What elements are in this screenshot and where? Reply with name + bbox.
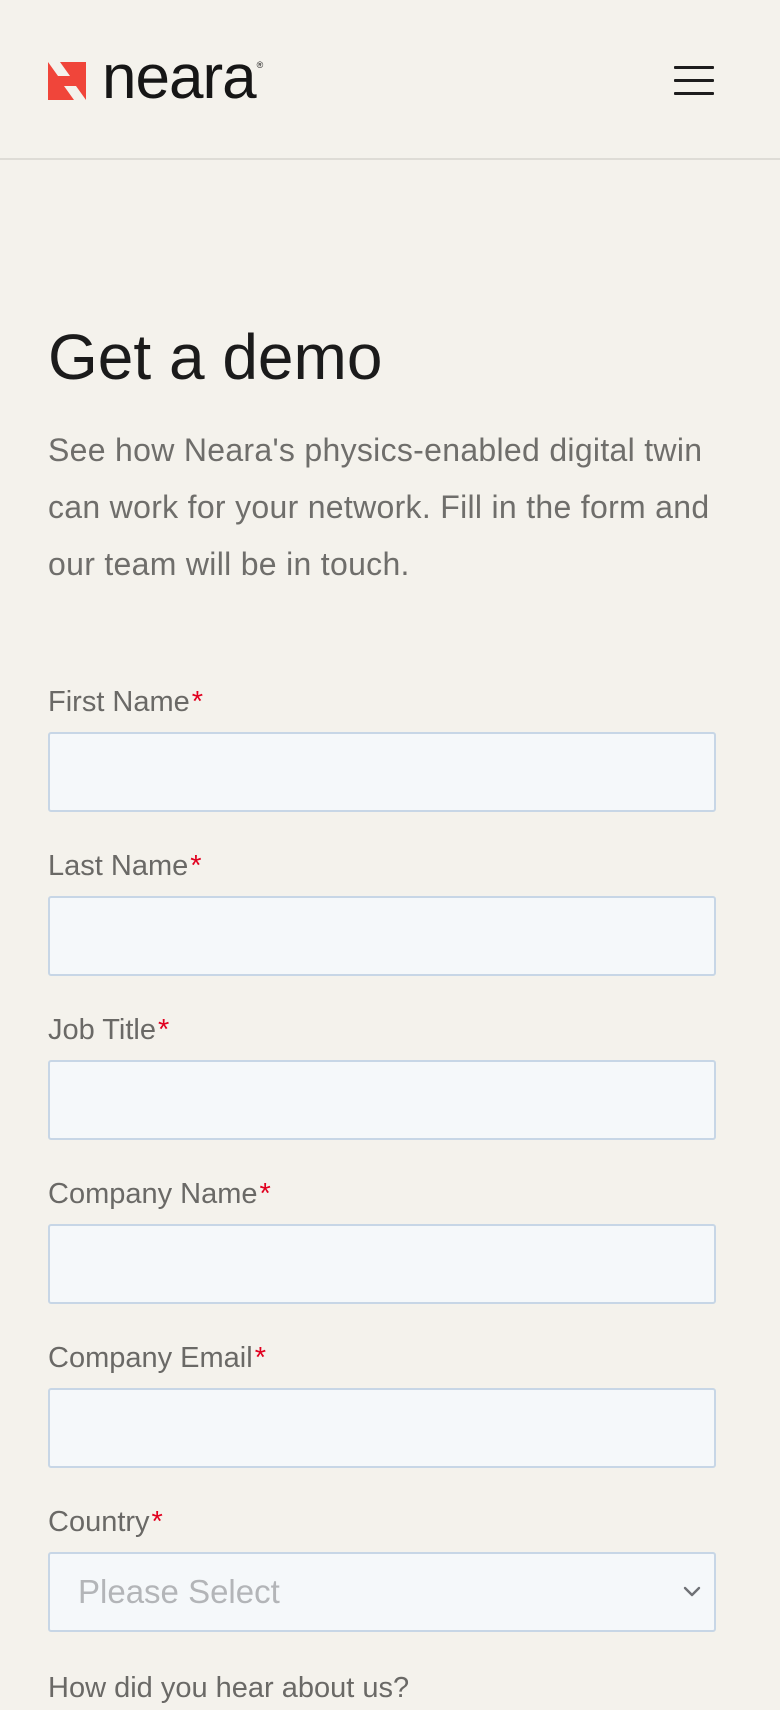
last-name-input[interactable] <box>48 896 716 976</box>
job-title-field: Job Title* <box>48 1008 716 1172</box>
required-asterisk: * <box>254 1342 266 1374</box>
required-asterisk: * <box>151 1506 163 1538</box>
country-field: Country* Please Select <box>48 1500 716 1664</box>
site-header: neara ® <box>0 0 780 160</box>
required-asterisk: * <box>191 686 204 718</box>
demo-form: First Name* Last Name* Job Title* Compan… <box>48 680 716 1664</box>
country-label: Country* <box>48 1506 163 1538</box>
last-name-field: Last Name* <box>48 844 716 1008</box>
company-name-label: Company Name* <box>48 1178 271 1210</box>
referral-source-label: How did you hear about us? <box>48 1672 410 1704</box>
company-name-field: Company Name* <box>48 1172 716 1336</box>
company-email-input[interactable] <box>48 1388 716 1468</box>
intro-text: See how Neara's physics-enabled digital … <box>48 432 710 582</box>
registered-mark: ® <box>256 60 264 70</box>
company-email-label: Company Email* <box>48 1342 266 1374</box>
neara-logo-mark-icon <box>48 62 86 100</box>
intro-section: Get a demo See how Neara's physics-enabl… <box>48 320 716 593</box>
neara-logo[interactable]: neara ® <box>48 43 264 112</box>
required-asterisk: * <box>259 1178 271 1210</box>
job-title-label: Job Title* <box>48 1014 170 1046</box>
job-title-input[interactable] <box>48 1060 716 1140</box>
last-name-label: Last Name* <box>48 850 202 882</box>
logo-wordmark: neara <box>102 43 257 112</box>
company-email-field: Company Email* <box>48 1336 716 1500</box>
hamburger-menu-icon[interactable] <box>668 58 720 102</box>
country-select[interactable]: Please Select <box>48 1552 716 1632</box>
country-select-value: Please Select <box>78 1573 280 1610</box>
chevron-down-icon <box>683 1586 701 1597</box>
company-name-input[interactable] <box>48 1224 716 1304</box>
required-asterisk: * <box>158 1014 170 1046</box>
page-title: Get a demo <box>48 321 383 393</box>
first-name-field: First Name* <box>48 680 716 844</box>
first-name-input[interactable] <box>48 732 716 812</box>
first-name-label: First Name* <box>48 686 204 718</box>
required-asterisk: * <box>190 850 202 882</box>
